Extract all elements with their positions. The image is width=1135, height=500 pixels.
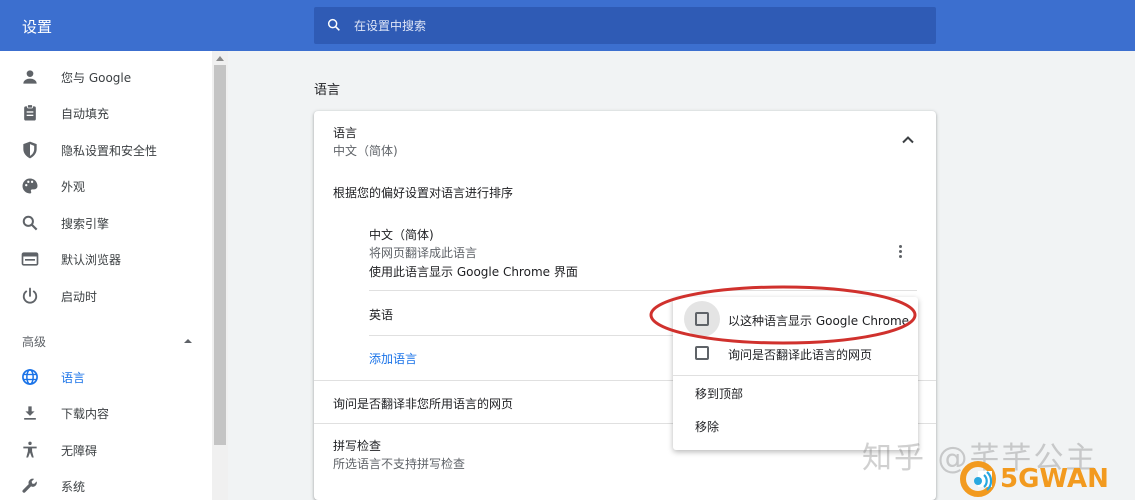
sidebar-item-privacy[interactable]: 隐私设置和安全性 [0, 132, 212, 168]
offer-translate-checkbox[interactable] [695, 346, 709, 360]
download-icon [24, 406, 36, 420]
sidebar-item-accessibility[interactable]: 无障碍 [0, 432, 212, 468]
sidebar-item-default-browser[interactable]: 默认浏览器 [0, 241, 212, 277]
annotation-ellipse [649, 285, 917, 345]
sidebar-item-label: 启动时 [61, 289, 98, 304]
order-description: 根据您的偏好设置对语言进行排序 [333, 186, 514, 200]
sidebar-item-label: 外观 [61, 179, 86, 194]
sidebar-item-search-engine[interactable]: 搜索引擎 [0, 205, 212, 241]
app-title: 设置 [22, 18, 53, 36]
languages-header-title[interactable]: 语言 [333, 124, 357, 141]
scroll-up-arrow-icon[interactable] [216, 55, 224, 61]
sidebar-item-label: 隐私设置和安全性 [61, 143, 158, 158]
sidebar-item-you-and-google[interactable]: 您与 Google [0, 59, 212, 95]
sidebar-item-label: 自动填充 [61, 106, 110, 121]
sidebar-item-languages[interactable]: 语言 [0, 359, 212, 395]
search-icon [22, 215, 38, 231]
sidebar-item-label: 无障碍 [61, 443, 98, 458]
menu-item-label: 询问是否翻译此语言的网页 [728, 348, 873, 362]
chevron-up-icon[interactable] [898, 132, 918, 148]
brand-logo-icon [960, 461, 996, 497]
watermark-brand: 5GWAN [1000, 464, 1109, 494]
advanced-section-label[interactable]: 高级 [22, 333, 46, 350]
clipboard-icon [24, 104, 36, 121]
power-icon [22, 287, 38, 304]
language-entry-name: 中文（简体) [369, 228, 434, 242]
sidebar-item-appearance[interactable]: 外观 [0, 168, 212, 204]
sidebar-item-downloads[interactable]: 下载内容 [0, 395, 212, 431]
current-language: 中文（简体) [333, 144, 398, 158]
page-section-title: 语言 [314, 83, 341, 98]
sidebar-item-label: 系统 [61, 479, 86, 494]
sidebar-item-on-startup[interactable]: 启动时 [0, 278, 212, 314]
language-entry-note: 将网页翻译成此语言 [369, 246, 478, 260]
add-language-link[interactable]: 添加语言 [369, 350, 417, 367]
header-bar: 设置 [0, 0, 1135, 51]
sidebar-item-label: 语言 [61, 370, 86, 385]
accessibility-icon [23, 441, 37, 458]
sidebar-item-label: 您与 Google [61, 70, 132, 85]
language-entry-note: 使用此语言显示 Google Chrome 界面 [369, 265, 578, 279]
menu-item-move-to-top[interactable]: 移到顶部 [695, 385, 743, 402]
sidebar-item-label: 默认浏览器 [61, 252, 122, 267]
globe-icon [22, 369, 38, 385]
caret-up-icon[interactable] [183, 336, 193, 346]
language-entry-name: 英语 [369, 308, 394, 322]
sidebar-item-autofill[interactable]: 自动填充 [0, 95, 212, 131]
person-icon [23, 70, 37, 84]
sidebar-item-system[interactable]: 系统 [0, 468, 212, 500]
search-icon [327, 18, 340, 31]
wrench-icon [22, 478, 37, 493]
ask-translate-setting[interactable]: 询问是否翻译非您所用语言的网页 [333, 395, 513, 412]
sidebar-item-label: 下载内容 [61, 406, 110, 421]
search-box[interactable] [314, 7, 936, 44]
more-actions-icon[interactable] [892, 241, 908, 261]
menu-divider [673, 375, 918, 376]
sidebar: 您与 Google 自动填充 隐私设置和安全性 外观 搜索引擎 默认浏览器 启动… [0, 51, 228, 500]
spellcheck-title: 拼写检查 [333, 439, 382, 453]
sidebar-item-label: 搜索引擎 [61, 216, 110, 231]
palette-icon [22, 178, 38, 194]
search-input[interactable] [354, 7, 914, 44]
browser-icon [21, 252, 39, 266]
spellcheck-subtitle: 所选语言不支持拼写检查 [333, 457, 466, 471]
scrollbar-thumb[interactable] [214, 65, 226, 445]
menu-item-remove[interactable]: 移除 [695, 418, 719, 435]
shield-icon [23, 141, 37, 159]
sidebar-scrollbar[interactable] [212, 51, 228, 500]
